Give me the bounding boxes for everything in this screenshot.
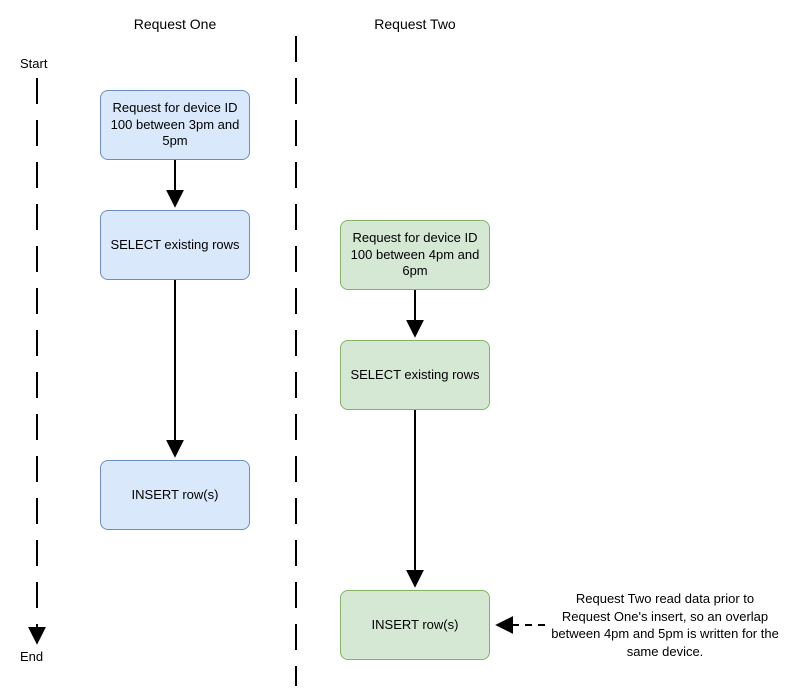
right-step-select: SELECT existing rows [340, 340, 490, 410]
right-step-insert: INSERT row(s) [340, 590, 490, 660]
left-step-request: Request for device ID 100 between 3pm an… [100, 90, 250, 160]
left-step-select: SELECT existing rows [100, 210, 250, 280]
right-step-request: Request for device ID 100 between 4pm an… [340, 220, 490, 290]
race-condition-annotation: Request Two read data prior to Request O… [550, 590, 780, 660]
column-title-left: Request One [100, 16, 250, 32]
left-step-insert: INSERT row(s) [100, 460, 250, 530]
timeline-end-label: End [20, 649, 43, 664]
column-title-right: Request Two [340, 16, 490, 32]
timeline-start-label: Start [20, 56, 47, 71]
